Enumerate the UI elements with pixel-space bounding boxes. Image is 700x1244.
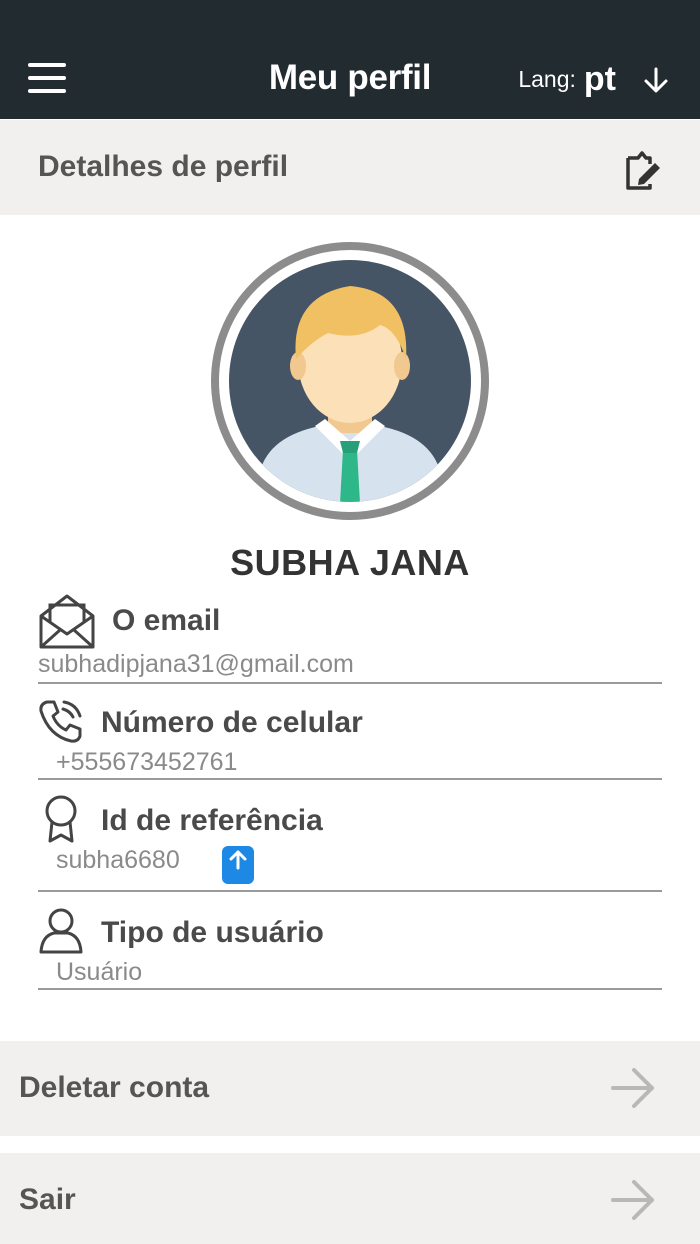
language-label: Lang:	[518, 66, 576, 92]
arrow-right-icon	[611, 1068, 654, 1108]
delete-account-label: Deletar conta	[19, 1071, 210, 1104]
email-label: O email	[112, 604, 221, 637]
arrow-right-icon	[611, 1180, 654, 1220]
email-value: subhadipjana31@gmail.com	[38, 650, 354, 678]
envelope-icon	[39, 594, 95, 649]
phone-field: Número de celular +555673452761	[38, 692, 662, 780]
top-app-bar: Meu perfil Lang: pt	[0, 0, 700, 119]
user-icon	[39, 908, 83, 954]
user-type-value: Usuário	[56, 958, 143, 986]
arrow-down-icon	[644, 67, 668, 92]
language-selector[interactable]: Lang: pt	[518, 60, 670, 99]
phone-icon	[39, 700, 82, 743]
phone-value: +555673452761	[56, 748, 238, 776]
logout-button[interactable]: Sair	[0, 1153, 700, 1244]
referral-id-label: Id de referência	[101, 804, 323, 837]
language-value: pt	[583, 60, 616, 98]
phone-label: Número de celular	[101, 706, 363, 739]
share-referral-button[interactable]	[222, 846, 254, 884]
edit-profile-icon[interactable]	[622, 148, 664, 192]
user-type-label: Tipo de usuário	[101, 916, 324, 949]
share-upload-icon	[229, 850, 247, 870]
section-title: Detalhes de perfil	[38, 150, 289, 183]
user-type-field: Tipo de usuário Usuário	[38, 904, 662, 990]
referral-id-field: Id de referência subha6680	[38, 792, 662, 892]
referral-id-value: subha6680	[56, 846, 180, 874]
award-icon	[45, 795, 77, 843]
profile-details-header: Detalhes de perfil	[0, 120, 700, 215]
email-field: O email subhadipjana31@gmail.com	[38, 590, 662, 684]
user-name: SUBHA JANA	[230, 542, 470, 583]
avatar	[211, 242, 489, 520]
logout-label: Sair	[19, 1183, 76, 1216]
delete-account-button[interactable]: Deletar conta	[0, 1041, 700, 1136]
